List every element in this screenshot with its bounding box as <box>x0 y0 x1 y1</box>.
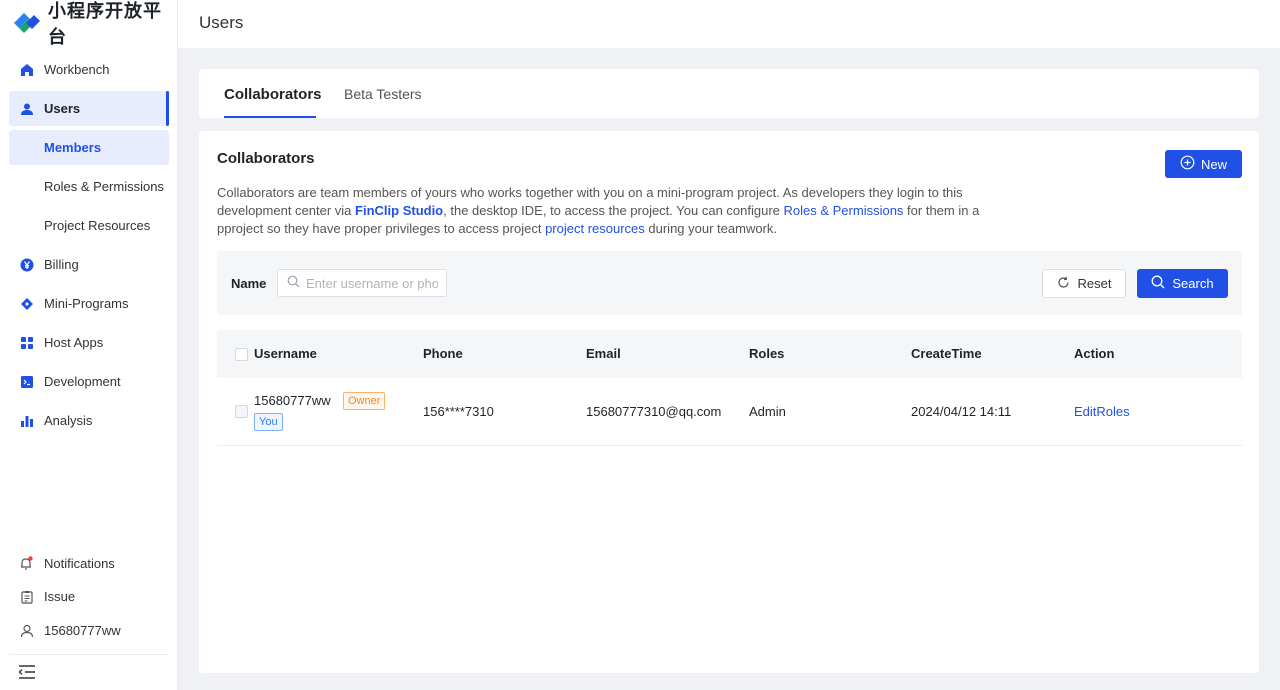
sidebar-item-host-apps[interactable]: Host Apps <box>9 325 169 360</box>
user-icon <box>19 101 34 116</box>
sidebar-item-mini-programs[interactable]: Mini-Programs <box>9 286 169 321</box>
name-search-input[interactable] <box>306 275 438 291</box>
select-all-checkbox[interactable] <box>235 348 248 361</box>
collaborators-panel: Collaborators New Collaborators are team… <box>199 131 1259 673</box>
tab-beta-testers[interactable]: Beta Testers <box>344 86 422 102</box>
edit-roles-link[interactable]: EditRoles <box>1074 404 1130 419</box>
sidebar-item-project-resources[interactable]: Project Resources <box>9 208 169 243</box>
person-icon <box>19 623 34 638</box>
collapse-menu-icon[interactable] <box>18 665 36 682</box>
column-header-roles[interactable]: Roles <box>749 346 784 361</box>
sidebar-item-members[interactable]: Members <box>9 130 169 165</box>
sidebar-item-label: Analysis <box>44 413 93 428</box>
you-badge: You <box>254 413 283 431</box>
name-filter-label: Name <box>231 276 267 291</box>
search-icon <box>1151 275 1165 292</box>
sidebar-item-label: Billing <box>44 257 79 272</box>
sidebar-item-label: Workbench <box>44 62 110 77</box>
sidebar: 小程序开放平台 Workbench Users Members Roles & … <box>0 0 178 690</box>
sidebar-item-label: Members <box>44 140 102 155</box>
section-description: Collaborators are team members of yours … <box>217 184 997 238</box>
sidebar-item-label: Host Apps <box>44 335 104 350</box>
new-button[interactable]: New <box>1165 150 1242 178</box>
search-button[interactable]: Search <box>1137 269 1228 298</box>
sidebar-item-label: Users <box>44 101 81 116</box>
new-button-label: New <box>1200 156 1227 172</box>
tab-collaborators[interactable]: Collaborators <box>224 86 322 103</box>
refresh-icon <box>1057 276 1070 292</box>
search-button-label: Search <box>1172 276 1214 291</box>
diamond-icon <box>19 296 34 311</box>
table-row: 15680777ww Owner You 156****7310 1568077… <box>217 378 1242 446</box>
clipboard-icon <box>19 589 34 604</box>
sidebar-item-label: 15680777ww <box>44 623 121 638</box>
column-header-username[interactable]: Username <box>254 346 317 361</box>
sidebar-item-label: Issue <box>44 589 76 604</box>
sidebar-item-billing[interactable]: Billing <box>9 247 169 282</box>
email-cell: 15680777310@qq.com <box>586 404 722 419</box>
section-title: Collaborators <box>217 150 315 167</box>
logo-text: 小程序开放平台 <box>48 1 162 48</box>
logo[interactable]: 小程序开放平台 <box>12 1 177 48</box>
bar-chart-icon <box>19 413 34 428</box>
createtime-cell: 2024/04/12 14:11 <box>911 404 1012 419</box>
sidebar-divider <box>9 654 169 655</box>
terminal-icon <box>19 374 34 389</box>
reset-button-label: Reset <box>1077 276 1112 291</box>
phone-cell: 156****7310 <box>423 404 494 419</box>
sidebar-item-notifications[interactable]: Notifications <box>9 546 169 581</box>
sidebar-item-development[interactable]: Development <box>9 364 169 399</box>
tabs-bar: Collaborators Beta Testers <box>199 69 1259 118</box>
collaborators-table: Username Phone Email Roles CreateTime Ac… <box>217 330 1242 446</box>
project-resources-link[interactable]: project resources <box>545 221 645 236</box>
table-header: Username Phone Email Roles CreateTime Ac… <box>217 330 1242 378</box>
reset-button[interactable]: Reset <box>1042 269 1126 298</box>
column-header-action: Action <box>1074 346 1115 361</box>
finclip-studio-link[interactable]: FinClip Studio <box>355 203 443 218</box>
sidebar-item-roles-permissions[interactable]: Roles & Permissions <box>9 169 169 204</box>
search-icon <box>287 275 300 291</box>
column-header-phone[interactable]: Phone <box>423 346 463 361</box>
sidebar-item-label: Notifications <box>44 556 115 571</box>
tab-active-indicator <box>224 116 316 118</box>
column-header-createtime[interactable]: CreateTime <box>911 346 982 361</box>
roles-permissions-link[interactable]: Roles & Permissions <box>784 203 904 218</box>
plus-circle-icon <box>1180 155 1195 173</box>
column-header-email[interactable]: Email <box>586 346 621 361</box>
owner-badge: Owner <box>343 392 386 410</box>
sidebar-item-label: Mini-Programs <box>44 296 129 311</box>
sidebar-item-label: Project Resources <box>44 218 151 233</box>
name-search-field[interactable] <box>277 269 447 297</box>
sidebar-item-account[interactable]: 15680777ww <box>9 613 169 648</box>
home-icon <box>19 62 34 77</box>
sidebar-item-workbench[interactable]: Workbench <box>9 52 169 87</box>
top-bar: Users <box>178 0 1280 48</box>
username-cell: 15680777ww <box>254 393 331 408</box>
yen-icon <box>19 257 34 272</box>
sidebar-item-label: Roles & Permissions <box>44 179 164 194</box>
sidebar-item-issue[interactable]: Issue <box>9 579 169 614</box>
grid-icon <box>19 335 34 350</box>
row-checkbox[interactable] <box>235 405 248 418</box>
bell-icon <box>19 556 34 571</box>
description-text: during your teamwork. <box>644 221 778 236</box>
sidebar-item-users[interactable]: Users <box>9 91 169 126</box>
roles-cell: Admin <box>749 404 786 419</box>
description-text: , the desktop IDE, to access the project… <box>443 203 784 218</box>
sidebar-item-label: Development <box>44 374 121 389</box>
sidebar-item-analysis[interactable]: Analysis <box>9 403 169 438</box>
page-title: Users <box>199 13 244 32</box>
filter-bar: Name Reset Search <box>217 251 1242 315</box>
logo-icon <box>12 11 42 35</box>
